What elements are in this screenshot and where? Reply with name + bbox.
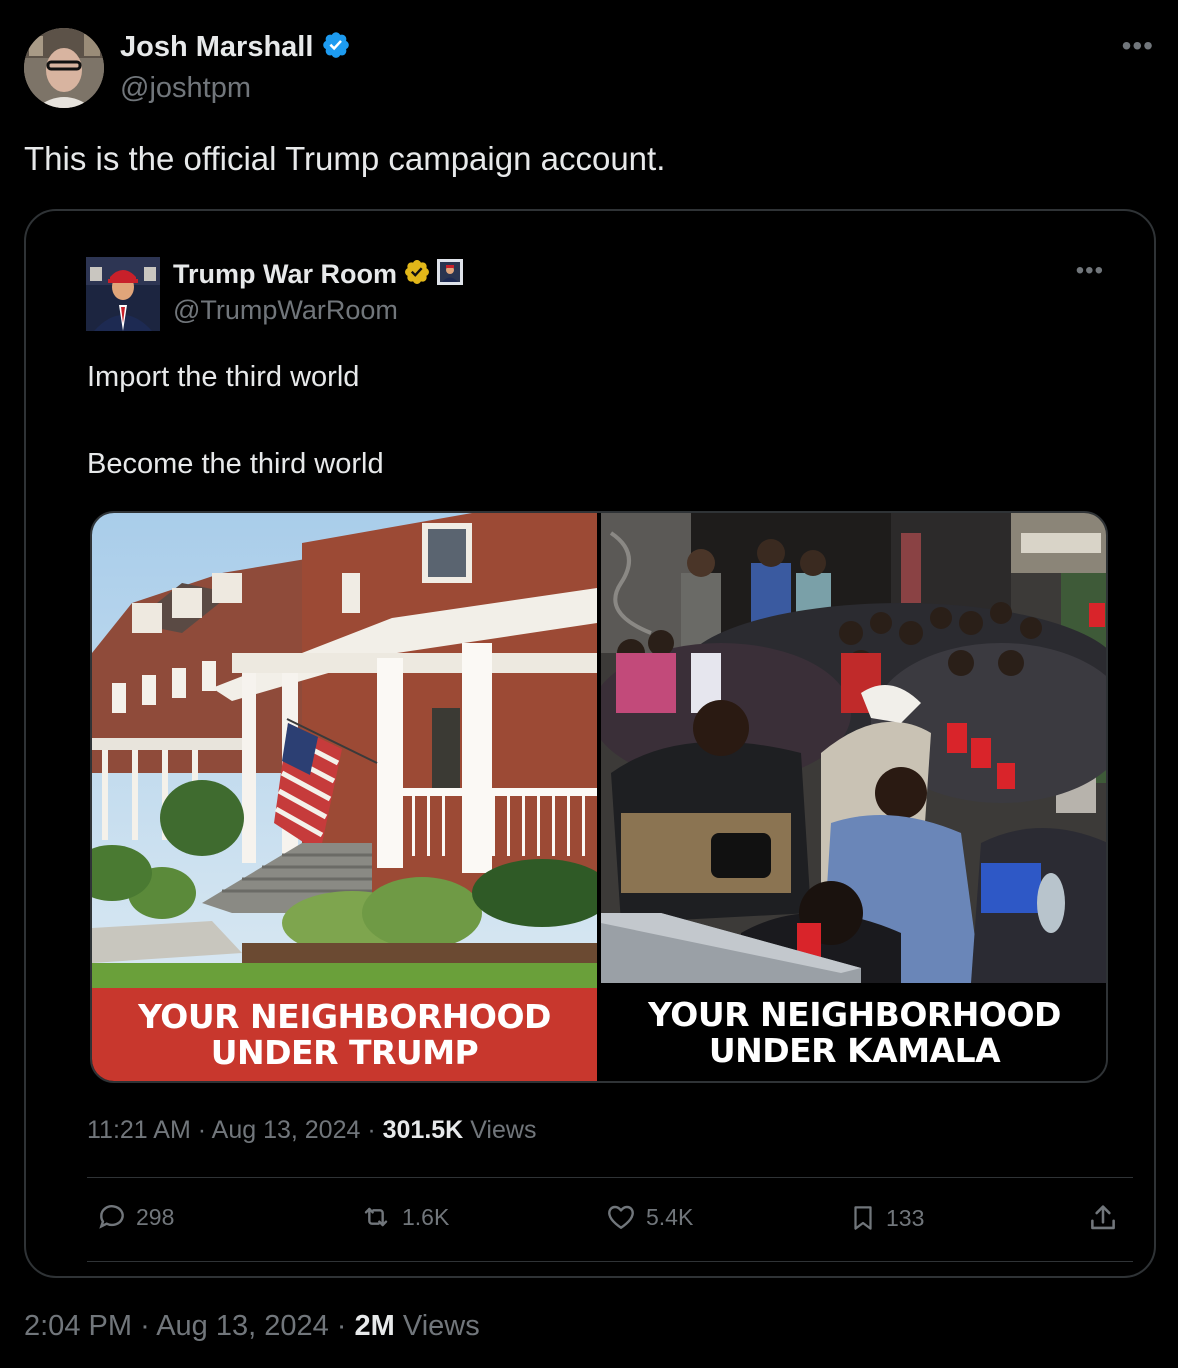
verified-badge-icon: [321, 30, 351, 65]
meta-separator: ·: [367, 1116, 383, 1144]
gold-verified-badge-icon: [403, 258, 431, 291]
neighborhood-trump-photo: YOUR NEIGHBORHOOD UNDER TRUMP: [92, 513, 597, 1081]
quoted-views-count: 301.5K: [382, 1116, 464, 1144]
bookmark-button[interactable]: 133: [848, 1201, 924, 1235]
quoted-tweet-metadata: 11:21 AM · Aug 13, 2024 · 301.5K Views: [87, 1116, 536, 1145]
repost-button[interactable]: 1.6K: [358, 1201, 449, 1233]
tweet-metadata: 2:04 PM · Aug 13, 2024 · 2M Views: [24, 1310, 480, 1343]
caption-right-line-1: YOUR NEIGHBORHOOD: [648, 995, 1061, 1034]
tweet-views-count: 2M: [354, 1310, 395, 1342]
reply-icon: [96, 1201, 128, 1233]
tweet-time[interactable]: 2:04 PM: [24, 1310, 132, 1342]
divider: [87, 1177, 1133, 1178]
quoted-author-avatar[interactable]: [86, 257, 160, 331]
affiliate-badge-icon[interactable]: [437, 259, 464, 290]
caption-left-line-1: YOUR NEIGHBORHOOD: [138, 996, 551, 1036]
caption-right: YOUR NEIGHBORHOOD UNDER KAMALA: [601, 983, 1106, 1081]
action-bar: 298 1.6K 5.4K 133: [96, 1201, 1136, 1241]
like-button[interactable]: 5.4K: [604, 1201, 693, 1233]
more-options-icon[interactable]: •••: [1122, 30, 1154, 62]
quoted-text-line-1: Import the third world: [87, 361, 360, 393]
quoted-views-label: Views: [470, 1116, 537, 1144]
quoted-more-options-icon[interactable]: •••: [1076, 257, 1104, 285]
bookmark-icon: [848, 1201, 878, 1235]
caption-left-line-2: UNDER TRUMP: [210, 1032, 479, 1072]
reply-count: 298: [136, 1203, 175, 1230]
meta-separator: ·: [140, 1310, 157, 1342]
author-display-name[interactable]: Josh Marshall: [120, 31, 313, 64]
meta-separator: ·: [336, 1310, 355, 1342]
repost-icon: [358, 1201, 394, 1233]
heart-icon: [604, 1201, 638, 1233]
tweet-text: This is the official Trump campaign acco…: [24, 140, 666, 177]
share-icon: [1086, 1201, 1120, 1235]
reply-button[interactable]: 298: [96, 1201, 174, 1233]
quoted-author-handle[interactable]: @TrumpWarRoom: [173, 295, 398, 326]
quoted-text-line-2: Become the third world: [87, 448, 384, 480]
meta-separator: ·: [197, 1116, 212, 1144]
share-button[interactable]: [1086, 1201, 1120, 1235]
author-avatar[interactable]: [24, 28, 104, 108]
tweet-date[interactable]: Aug 13, 2024: [156, 1310, 329, 1342]
quoted-media-image[interactable]: YOUR NEIGHBORHOOD UNDER TRUMP YOUR NEIGH…: [90, 511, 1108, 1083]
caption-right-line-2: UNDER KAMALA: [708, 1031, 1001, 1070]
quoted-tweet-card[interactable]: Trump War Room @TrumpWarRoom ••• Import …: [24, 209, 1156, 1278]
repost-count: 1.6K: [402, 1203, 450, 1230]
quoted-author-display-name[interactable]: Trump War Room: [173, 259, 397, 290]
neighborhood-kamala-photo: YOUR NEIGHBORHOOD UNDER KAMALA: [601, 513, 1106, 1081]
bookmark-count: 133: [886, 1204, 925, 1231]
author-handle[interactable]: @joshtpm: [120, 72, 251, 105]
quoted-time[interactable]: 11:21 AM: [87, 1116, 191, 1144]
tweet-views-label: Views: [402, 1310, 480, 1342]
caption-left: YOUR NEIGHBORHOOD UNDER TRUMP: [92, 988, 597, 1081]
like-count: 5.4K: [646, 1203, 694, 1230]
divider: [87, 1261, 1133, 1262]
quoted-date[interactable]: Aug 13, 2024: [212, 1116, 361, 1144]
